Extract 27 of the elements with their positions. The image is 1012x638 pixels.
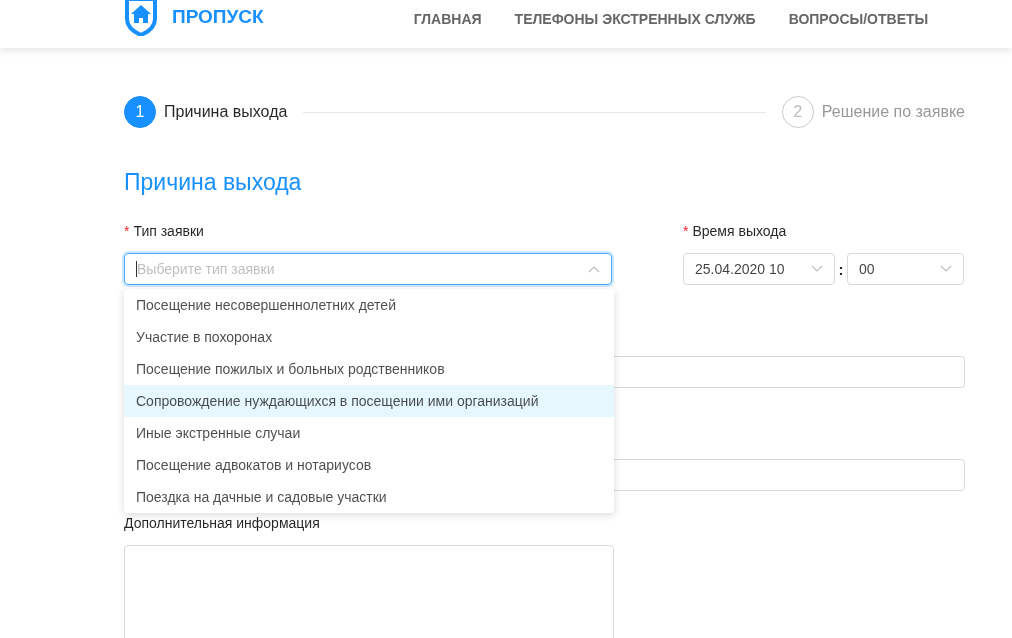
dropdown-option[interactable]: Сопровождение нуждающихся в посещении ими организаций xyxy=(124,385,614,417)
shield-house-icon xyxy=(124,0,158,36)
dropdown-option[interactable]: Поездка на дачные и садовые участки xyxy=(124,481,614,513)
dropdown-option[interactable]: Участие в похоронах xyxy=(124,321,614,353)
minute-select[interactable]: 00 xyxy=(847,253,964,285)
section-title: Причина выхода xyxy=(124,168,303,197)
date-hour-select[interactable]: 25.04.2020 10 xyxy=(683,253,835,285)
nav-link[interactable]: ВОПРОСЫ/ОТВЕТЫ xyxy=(788,11,929,27)
dropdown-option[interactable]: Посещение пожилых и больных родственников xyxy=(124,353,614,385)
required-mark: * xyxy=(124,222,130,241)
dropdown-option[interactable]: Посещение адвокатов и нотариусов xyxy=(124,449,614,481)
field-label: Дополнительная информация xyxy=(124,514,321,533)
text-area[interactable] xyxy=(124,545,614,638)
time-separator: : xyxy=(837,260,845,278)
required-mark: * xyxy=(683,222,689,241)
field-label: Тип заявки xyxy=(133,222,204,241)
nav-link[interactable]: ТЕЛЕФОНЫ ЭКСТРЕННЫХ СЛУЖБ xyxy=(514,11,756,27)
chevron-icon xyxy=(588,265,600,273)
step-label: Решение по заявке xyxy=(821,103,965,121)
chevron-icon xyxy=(811,265,823,273)
step-label: Причина выхода xyxy=(164,103,288,121)
chevron-icon xyxy=(940,265,952,273)
nav-link[interactable]: ГЛАВНАЯ xyxy=(413,11,482,27)
dropdown-option[interactable]: Иные экстренные случаи xyxy=(124,417,614,449)
step-number: 1 xyxy=(124,96,156,128)
dropdown-option[interactable]: Посещение несовершеннолетних детей xyxy=(124,289,614,321)
field-label: Время выхода xyxy=(692,222,787,241)
